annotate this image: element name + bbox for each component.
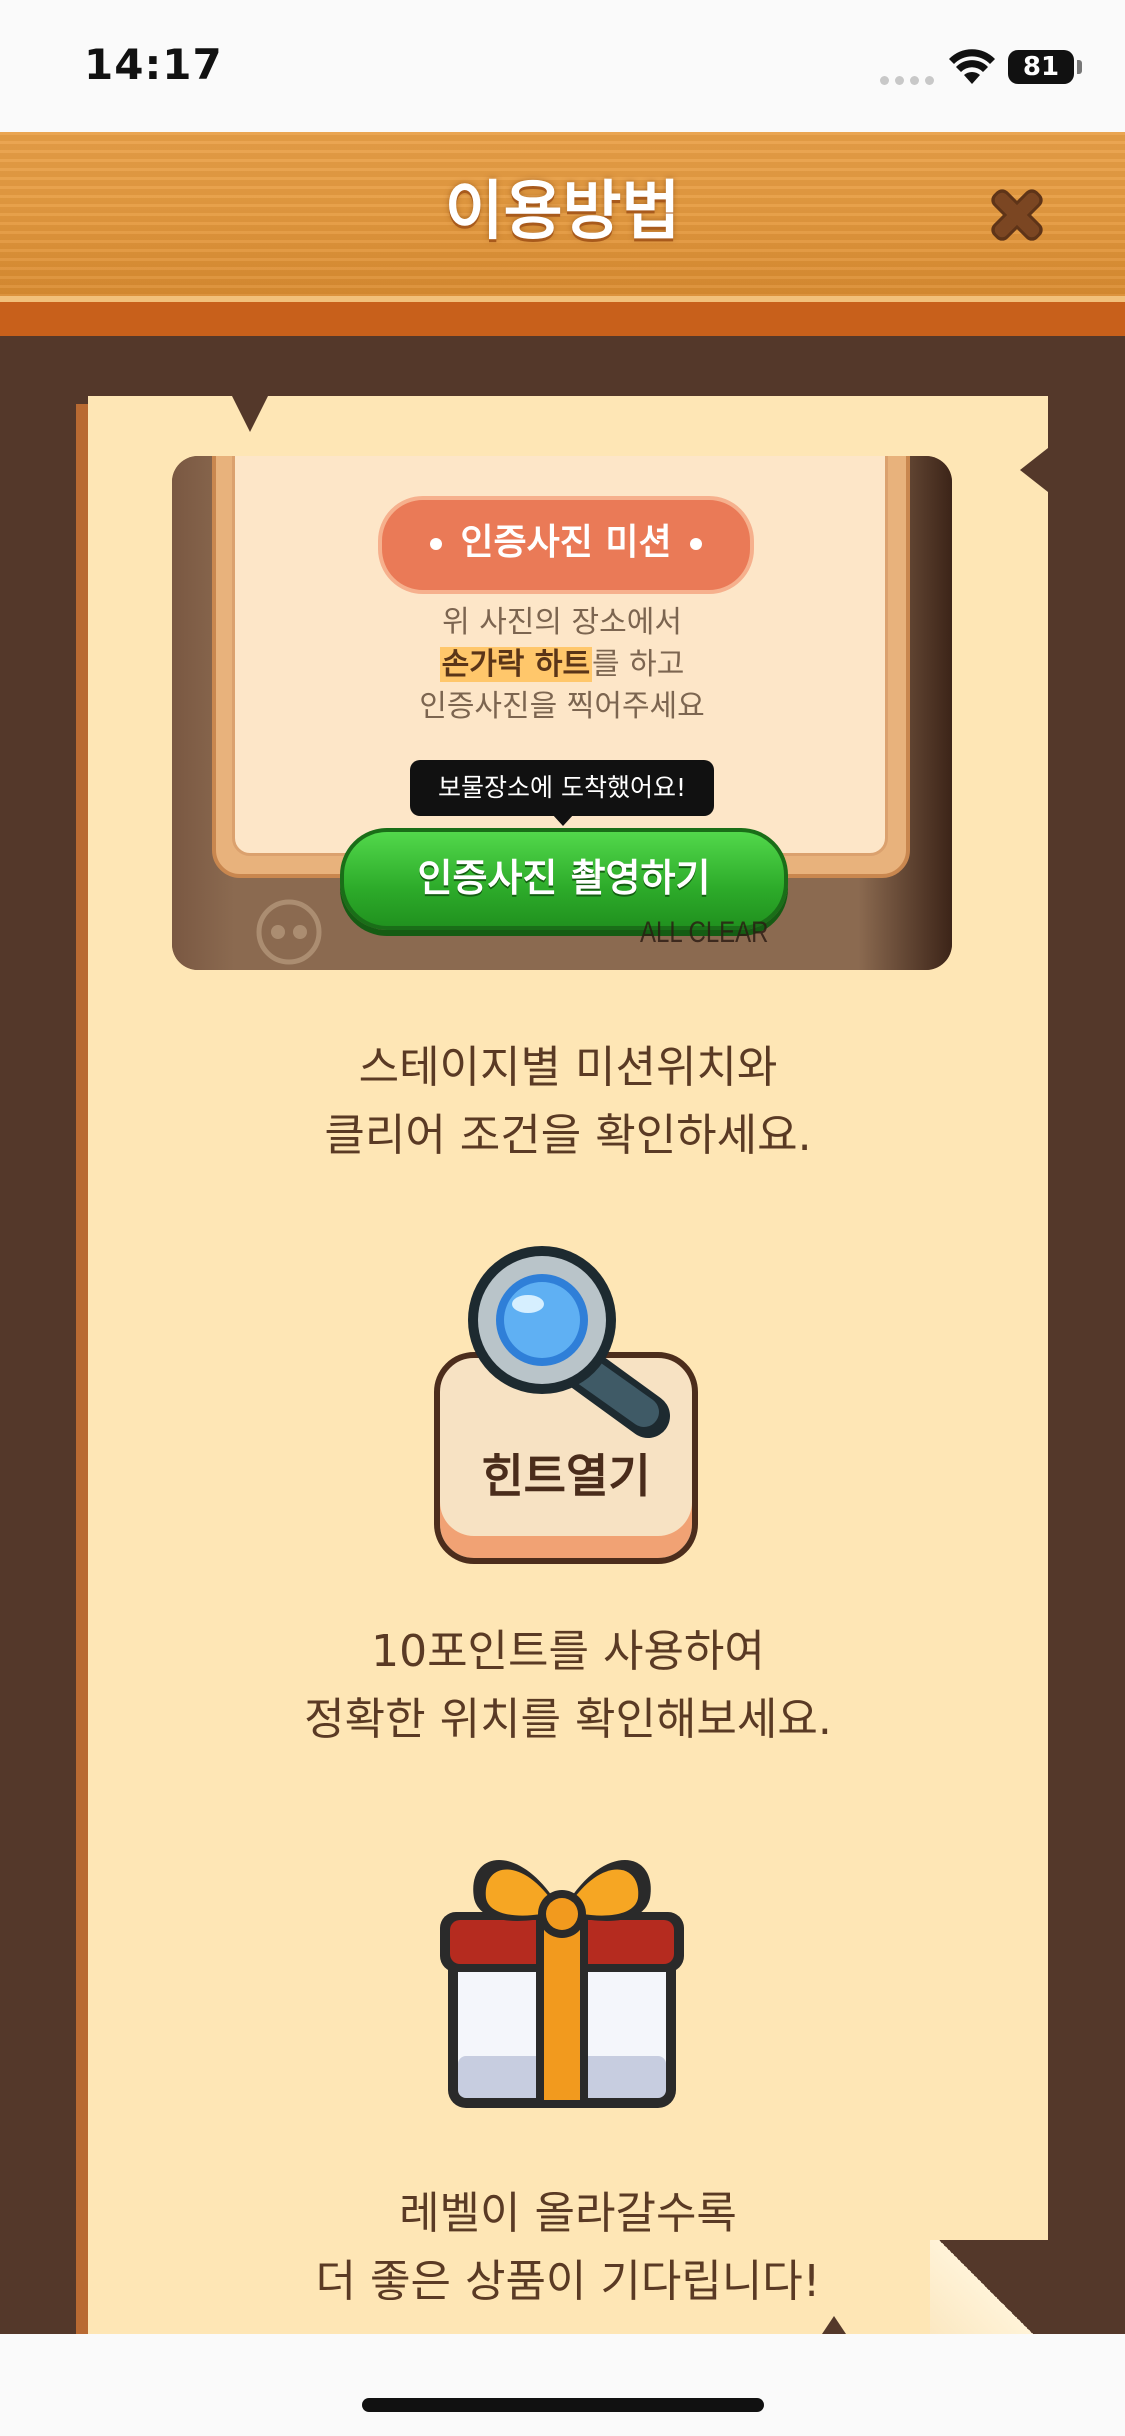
skull-icon [256, 899, 322, 965]
desc-line: 클리어 조건을 확인하세요. [324, 1110, 812, 1161]
mission-line-3: 인증사진을 찍어주세요 [419, 689, 705, 724]
dot-icon [430, 538, 443, 550]
close-button[interactable] [982, 180, 1052, 250]
desc-line: 스테이지별 미션위치와 [358, 1042, 778, 1093]
page-title: 이용방법 [444, 175, 681, 249]
take-photo-button-illustration: 인증사진 촬영하기 [340, 828, 788, 930]
desc-line: 10포인트를 사용하여 [371, 1626, 765, 1677]
paper-notch-bottom [822, 2316, 846, 2334]
hint-description: 10포인트를 사용하여 정확한 위치를 확인해보세요. [88, 1618, 1048, 1754]
mission-illustration: 인증사진 미션 위 사진의 장소에서 손가락 하트를 하고 인증사진을 찍어주세… [172, 456, 952, 970]
mission-line-1: 위 사진의 장소에서 [442, 605, 682, 640]
signal-icon [880, 76, 936, 86]
status-bar: 14:17 81 [0, 0, 1125, 132]
mission-highlight: 손가락 하트 [439, 647, 593, 682]
header-border [0, 302, 1125, 336]
battery-cap [1077, 60, 1082, 74]
all-clear-watermark: ALL CLEAR [640, 916, 769, 949]
bottom-safe-area [0, 2334, 1125, 2436]
desc-line: 정확한 위치를 확인해보세요. [304, 1694, 832, 1745]
mission-instructions: 위 사진의 장소에서 손가락 하트를 하고 인증사진을 찍어주세요 [272, 602, 852, 728]
mission-badge-label: 인증사진 미션 [460, 522, 672, 563]
home-indicator[interactable] [362, 2398, 764, 2412]
mission-badge: 인증사진 미션 [378, 496, 754, 594]
stage-mission-description: 스테이지별 미션위치와 클리어 조건을 확인하세요. [88, 1034, 1048, 1170]
level-reward-description: 레벨이 올라갈수록 더 좋은 상품이 기다립니다! [88, 2180, 1048, 2316]
dot-icon [689, 538, 702, 550]
desc-line: 더 좋은 상품이 기다립니다! [315, 2256, 821, 2307]
status-time: 14:17 [84, 40, 223, 89]
paper-notch-top [232, 396, 268, 432]
battery-icon: 81 [1008, 50, 1074, 84]
mission-line-2-rest: 를 하고 [592, 647, 685, 682]
paper-notch-right [1020, 448, 1048, 492]
desc-line: 레벨이 올라갈수록 [399, 2188, 737, 2239]
magnifier-icon [468, 1246, 670, 1438]
arrival-tooltip: 보물장소에 도착했어요! [410, 760, 714, 816]
mission-line-2: 손가락 하트를 하고 [272, 644, 852, 686]
tooltip-tail [552, 814, 574, 826]
gift-icon [440, 1859, 684, 2108]
wifi-icon [949, 49, 995, 84]
